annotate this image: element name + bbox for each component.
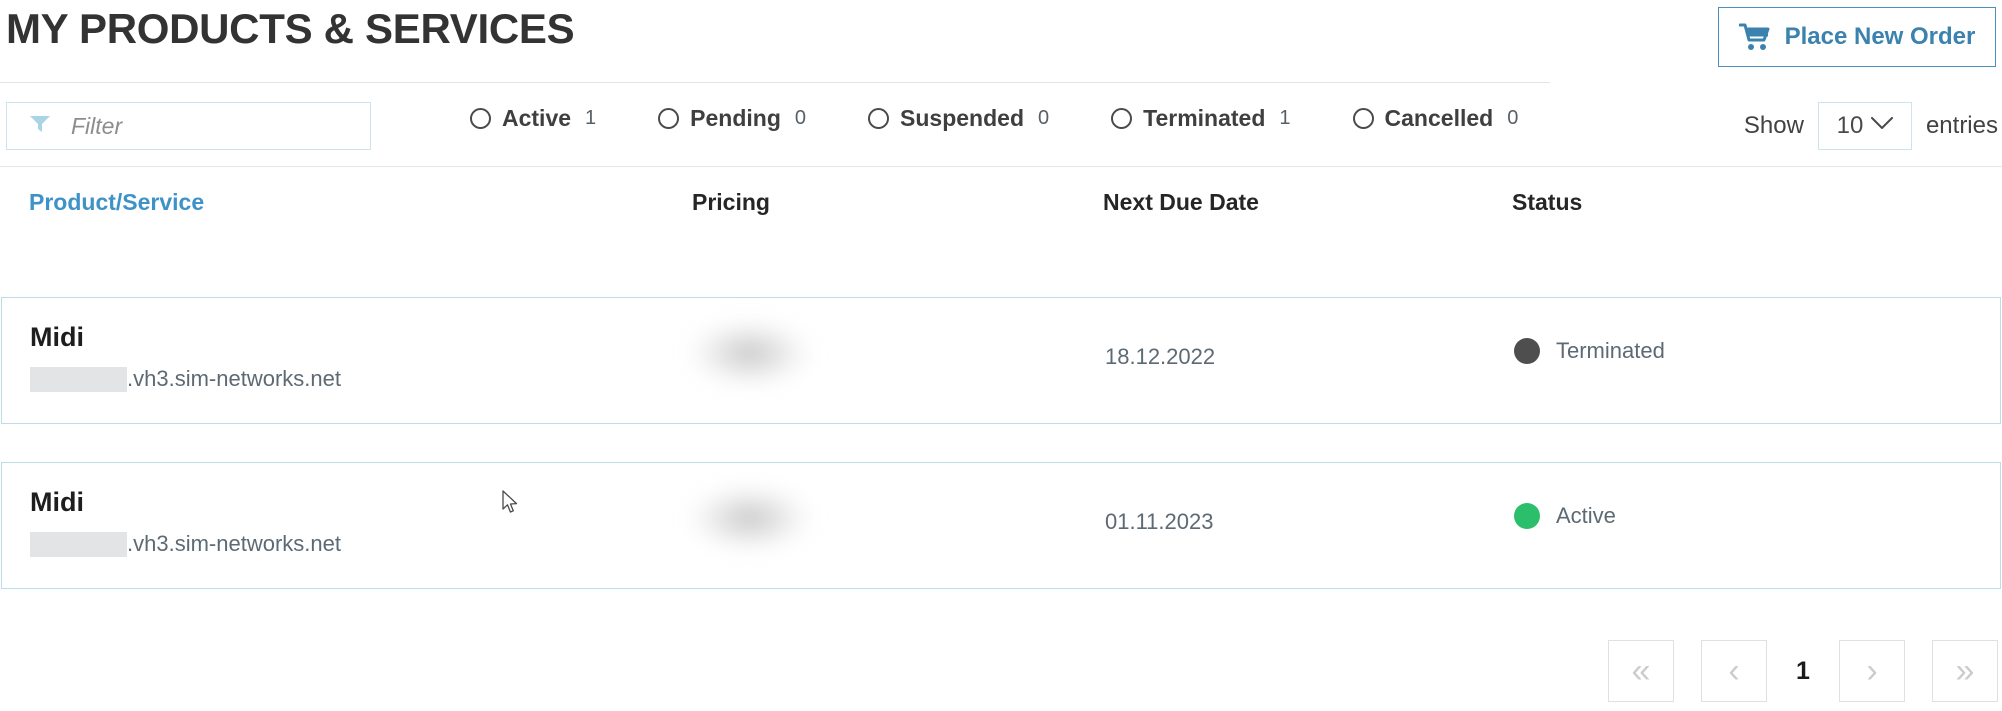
pagination-current-page[interactable]: 1 [1794, 657, 1812, 686]
row-hostname: .vh3.sim-networks.net [30, 531, 341, 557]
row-hostname-suffix: .vh3.sim-networks.net [127, 366, 341, 391]
shopping-cart-icon [1738, 23, 1771, 51]
filter-input[interactable] [69, 111, 339, 141]
row-next-due-date: 18.12.2022 [1105, 344, 1216, 369]
filter-input-wrapper[interactable] [6, 102, 371, 150]
row-status-label: Active [1556, 503, 1616, 528]
redacted-hostname-prefix [30, 531, 127, 557]
table-header-row: Product/Service Pricing Next Due Date St… [0, 167, 2002, 416]
table-row[interactable]: Midi .vh3.sim-networks.net 01.11.2023 Ac… [1, 462, 2001, 589]
status-filter-pending-label: Pending [690, 105, 781, 131]
status-filter-active[interactable]: Active 1 [470, 105, 596, 132]
row-pricing [685, 312, 820, 410]
status-filter-cancelled[interactable]: Cancelled 0 [1352, 105, 1519, 132]
column-header-status: Status [1512, 189, 1583, 215]
pagination-prev-button[interactable]: ‹ [1701, 640, 1767, 702]
pagination-next-button[interactable]: › [1839, 640, 1905, 702]
status-filter-suspended-count: 0 [1038, 107, 1050, 129]
radio-icon-suspended[interactable] [868, 108, 890, 129]
pagination-last-button[interactable]: » [1932, 640, 1998, 702]
radio-icon-active[interactable] [470, 108, 491, 129]
chevron-down-icon [1871, 117, 1894, 135]
show-label: Show [1743, 112, 1804, 139]
redacted-pricing [685, 477, 820, 575]
column-header-product-service[interactable]: Product/Service [29, 189, 204, 216]
row-product-name: Midi [30, 322, 84, 352]
page-header: MY PRODUCTS & SERVICES Place New Order [0, 0, 2002, 82]
radio-icon-terminated[interactable] [1111, 108, 1133, 129]
status-filter-terminated-count: 1 [1279, 107, 1291, 129]
status-filter-pending-count: 0 [794, 107, 807, 129]
place-new-order-label: Place New Order [1784, 23, 1976, 50]
redacted-hostname-prefix [30, 366, 127, 392]
entries-per-page-value: 10 [1836, 112, 1864, 139]
column-header-next-due-date: Next Due Date [1103, 189, 1259, 215]
entries-per-page-select[interactable]: 10 [1817, 102, 1912, 150]
entries-label: entries [1925, 112, 1998, 139]
row-status-label: Terminated [1556, 338, 1665, 363]
row-hostname-suffix: .vh3.sim-networks.net [127, 531, 341, 556]
funnel-filter-icon [29, 114, 51, 139]
row-status: Active [1514, 503, 1616, 529]
radio-icon-cancelled[interactable] [1352, 108, 1374, 129]
status-filter-cancelled-count: 0 [1507, 107, 1519, 129]
status-filter-suspended[interactable]: Suspended 0 [868, 105, 1049, 132]
status-filter-pending[interactable]: Pending 0 [658, 105, 806, 132]
status-filter-cancelled-label: Cancelled [1384, 105, 1494, 131]
table-toolbar: Active 1 Pending 0 Suspended 0 Terminate… [0, 82, 2002, 167]
pagination-first-button[interactable]: « [1608, 640, 1674, 702]
place-new-order-button[interactable]: Place New Order [1718, 7, 1996, 67]
status-filter-terminated[interactable]: Terminated 1 [1111, 105, 1291, 132]
status-filter-terminated-label: Terminated [1143, 105, 1266, 131]
status-filter-active-label: Active [502, 105, 572, 131]
status-dot-icon [1514, 503, 1540, 529]
column-header-pricing: Pricing [692, 189, 770, 215]
radio-icon-pending[interactable] [658, 108, 680, 129]
status-filter-active-count: 1 [585, 107, 597, 129]
status-filter-suspended-label: Suspended [900, 105, 1024, 131]
redacted-pricing [685, 312, 820, 410]
row-next-due-date: 01.11.2023 [1105, 509, 1214, 534]
status-filter-group: Active 1 Pending 0 Suspended 0 Terminate… [470, 105, 1518, 132]
row-pricing [685, 477, 820, 575]
row-status: Terminated [1514, 338, 1665, 364]
row-hostname: .vh3.sim-networks.net [30, 366, 341, 392]
pagination: « ‹ 1 › » [1608, 640, 1998, 702]
status-dot-icon [1514, 338, 1540, 364]
toolbar-top-divider [0, 82, 1550, 83]
page-title: MY PRODUCTS & SERVICES [6, 5, 575, 52]
row-product-name: Midi [30, 487, 84, 517]
table-row[interactable]: Midi .vh3.sim-networks.net 18.12.2022 Te… [1, 297, 2001, 424]
entries-per-page-control: Show 10 entries [1744, 102, 1998, 150]
